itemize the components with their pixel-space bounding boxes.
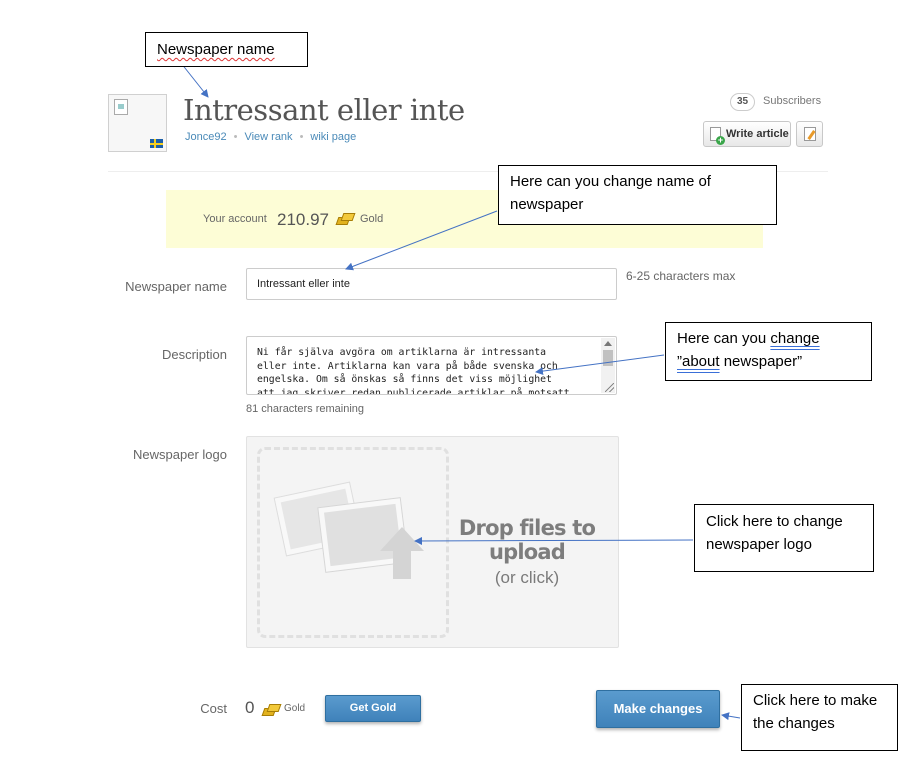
gold-icon bbox=[337, 213, 352, 224]
description-text: Ni får själva avgöra om artiklarna är in… bbox=[257, 347, 570, 395]
arrow-to-make-changes bbox=[721, 712, 741, 721]
arrow-to-title bbox=[180, 62, 209, 98]
page-title: Intressant eller inte bbox=[183, 93, 465, 127]
get-gold-button[interactable]: Get Gold bbox=[325, 695, 421, 722]
newspaper-name-label: Newspaper name bbox=[125, 279, 227, 294]
edit-newspaper-button[interactable] bbox=[796, 121, 823, 147]
upload-arrow-icon bbox=[380, 527, 424, 579]
account-label: Your account bbox=[203, 213, 267, 225]
annotation-make-changes: Click here to make the changes bbox=[741, 684, 898, 751]
broken-image-icon bbox=[114, 99, 128, 115]
dropzone-title: Drop files to upload bbox=[458, 516, 596, 564]
description-remaining: 81 characters remaining bbox=[246, 403, 365, 415]
subnav: Jonce92 • View rank • wiki page bbox=[185, 131, 357, 143]
wiki-page-link[interactable]: wiki page bbox=[310, 131, 356, 143]
resize-grip-icon[interactable] bbox=[605, 383, 614, 392]
newspaper-logo-label: Newspaper logo bbox=[133, 447, 227, 462]
description-label: Description bbox=[161, 347, 227, 362]
view-rank-link[interactable]: View rank bbox=[244, 131, 292, 143]
annotation-change-name: Here can you change name of newspaper bbox=[498, 165, 777, 225]
cost-value: 0 bbox=[245, 698, 255, 717]
description-textarea[interactable]: Ni får själva avgöra om artiklarna är in… bbox=[246, 336, 617, 395]
account-currency: Gold bbox=[360, 213, 384, 225]
owner-link[interactable]: Jonce92 bbox=[185, 131, 227, 143]
textarea-scrollbar[interactable] bbox=[601, 338, 615, 393]
annotation-change-logo: Click here to change newspaper logo bbox=[694, 504, 874, 572]
write-article-label: Write article bbox=[726, 128, 789, 140]
newspaper-avatar bbox=[108, 94, 167, 152]
cost-currency: Gold bbox=[284, 703, 306, 714]
dropzone-subtitle: (or click) bbox=[494, 568, 560, 587]
subscribers-label: Subscribers bbox=[763, 95, 822, 107]
make-changes-button[interactable]: Make changes bbox=[596, 690, 720, 728]
annotation-change-about: Here can you change ”about newspaper” bbox=[665, 322, 872, 381]
name-length-hint: 6-25 characters max bbox=[626, 269, 736, 283]
write-article-button[interactable]: Write article bbox=[703, 121, 791, 147]
newspaper-name-input[interactable] bbox=[246, 268, 617, 300]
annotation-newspaper-name: Newspaper name bbox=[145, 32, 308, 67]
cost-label: Cost bbox=[200, 701, 227, 716]
sweden-flag-icon bbox=[150, 139, 163, 148]
edit-icon bbox=[804, 127, 816, 141]
gold-icon bbox=[263, 704, 278, 715]
scroll-up-icon[interactable] bbox=[604, 341, 612, 346]
new-document-icon bbox=[710, 127, 725, 145]
account-balance: 210.97 bbox=[277, 210, 329, 229]
scroll-thumb[interactable] bbox=[603, 350, 613, 366]
subscribers-count-badge: 35 bbox=[730, 93, 756, 111]
